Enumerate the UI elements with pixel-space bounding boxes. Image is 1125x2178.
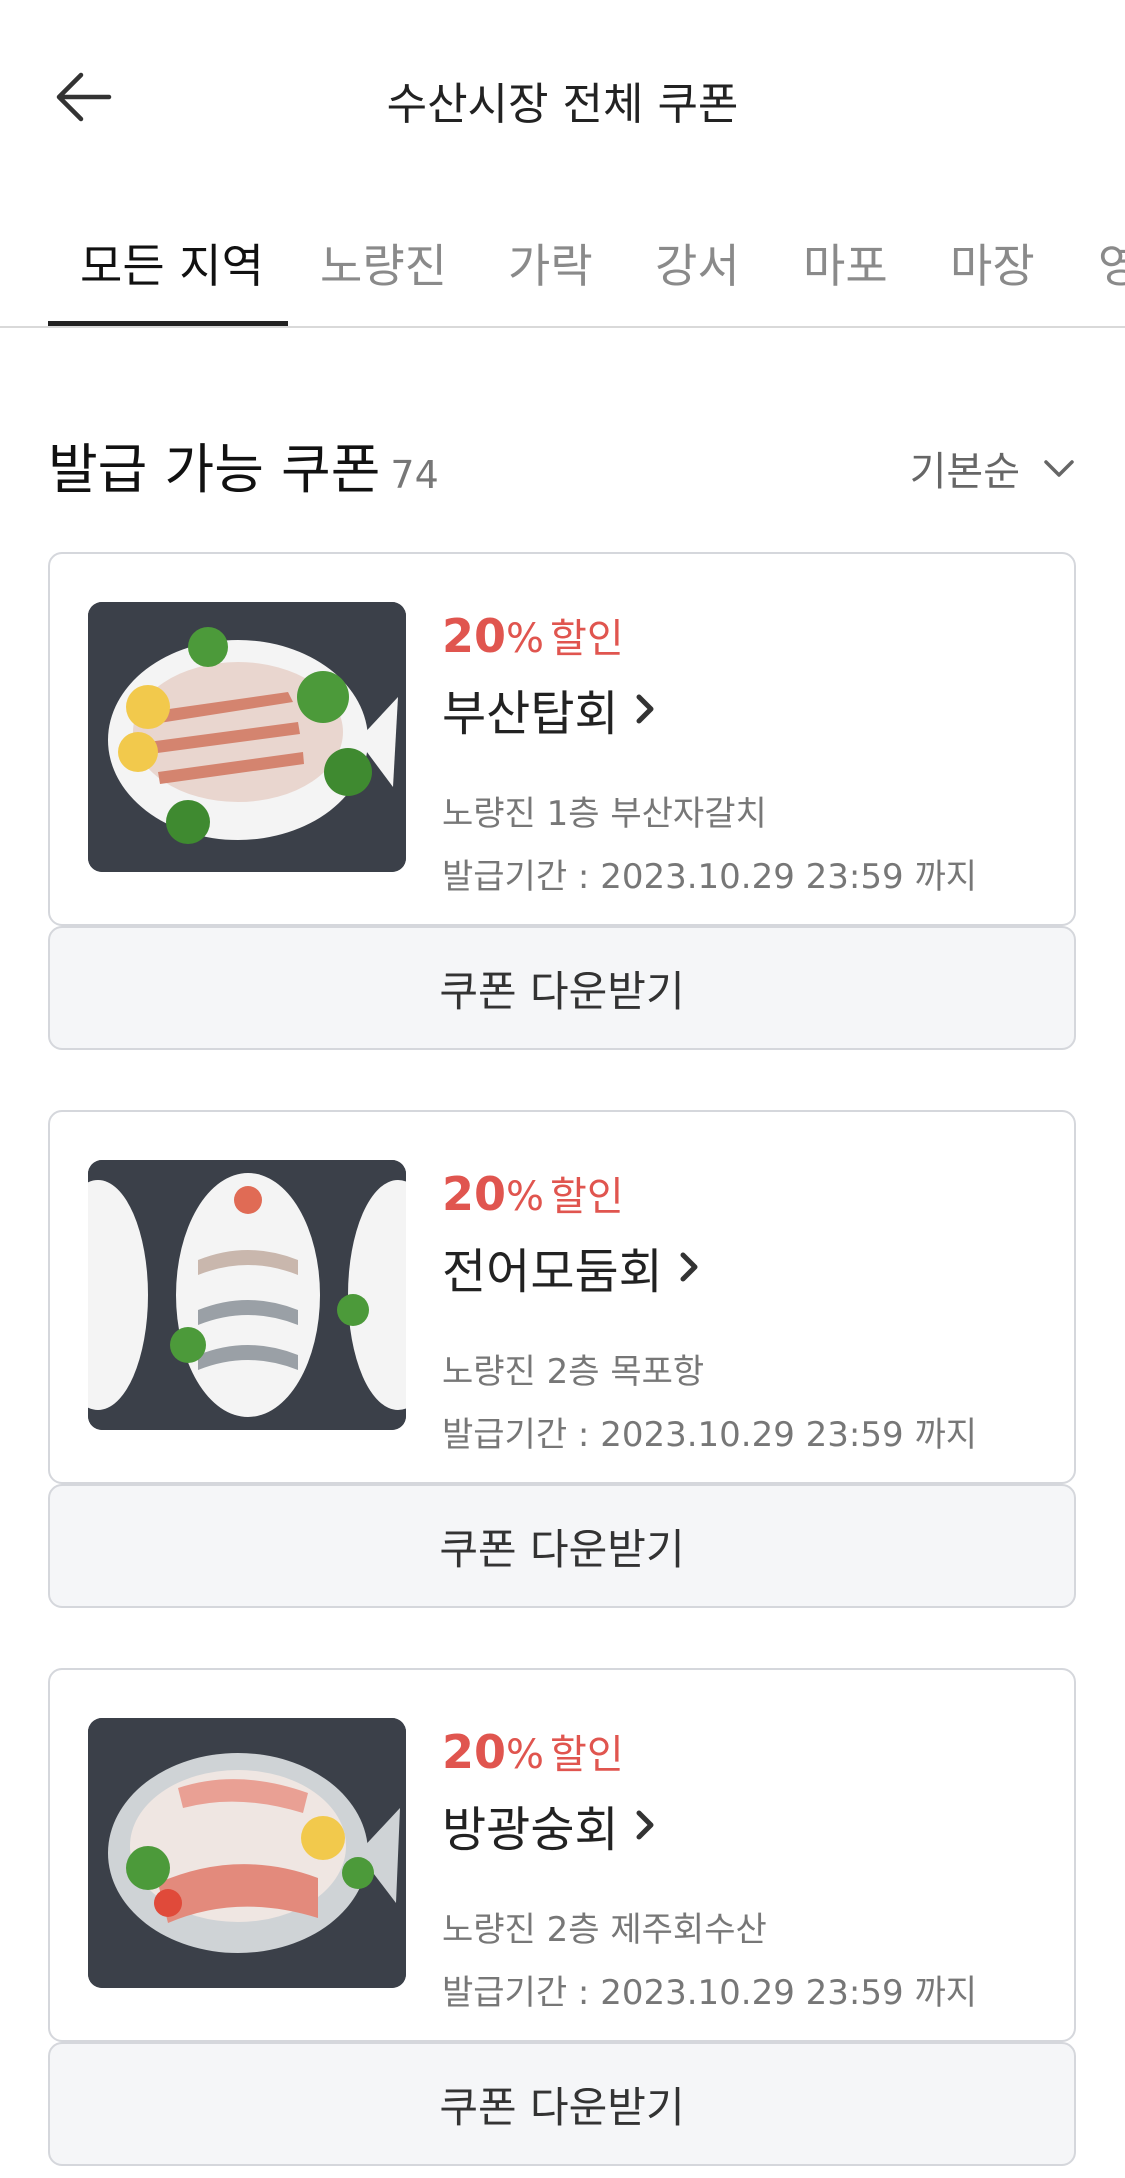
issue-period: 발급기간 : 2023.10.29 23:59 까지 [442,1973,978,2013]
store-link[interactable]: 방광숭회 [442,1790,1054,1860]
tab-more-region[interactable]: 영 [1098,230,1125,296]
store-link[interactable]: 전어모둠회 [442,1232,1054,1302]
section-header: 발급 가능 쿠폰 74 기본순 [48,425,1076,505]
store-name: 전어모둠회 [442,1244,663,1300]
coupon-card: 20% 할인 방광숭회 노량진 2층 제주회수산 발급기간 : 2023.10.2… [48,1668,1076,2042]
discount-rate: 20% 할인 [442,1725,624,1779]
discount-rate: 20% 할인 [442,1167,624,1221]
tab-majang[interactable]: 마장 [950,230,1035,296]
store-location: 노량진 2층 목포항 [442,1352,705,1392]
sort-label: 기본순 [909,449,1020,495]
coupon-download-button[interactable]: 쿠폰 다운받기 [48,1484,1076,1608]
tab-gangseo[interactable]: 강서 [655,230,740,296]
coupon-download-button[interactable]: 쿠폰 다운받기 [48,2042,1076,2166]
tab-mapo[interactable]: 마포 [803,230,888,296]
discount-rate: 20% 할인 [442,609,624,663]
chevron-right-icon [636,694,654,724]
tab-all-regions[interactable]: 모든 지역 [80,230,264,296]
coupon-card: 20% 할인 부산탑회 노량진 1층 부산자갈치 발급기간 : 2023.10.2… [48,552,1076,926]
coupon-download-button[interactable]: 쿠폰 다운받기 [48,926,1076,1050]
page-title: 수산시장 전체 쿠폰 [386,79,739,130]
issue-period: 발급기간 : 2023.10.29 23:59 까지 [442,1415,978,1455]
app-header: 수산시장 전체 쿠폰 [0,0,1125,190]
store-name: 부산탑회 [442,686,619,742]
product-image[interactable] [88,1718,406,1988]
region-tabs: 모든 지역 노량진 가락 강서 마포 마장 영 [0,210,1125,328]
active-tab-indicator [48,321,288,326]
chevron-right-icon [680,1252,698,1282]
issue-period: 발급기간 : 2023.10.29 23:59 까지 [442,857,978,897]
product-image[interactable] [88,1160,406,1430]
sort-dropdown[interactable]: 기본순 [910,439,1076,497]
coupon-card: 20% 할인 전어모둠회 노량진 2층 목포항 발급기간 : 2023.10.29… [48,1110,1076,1484]
store-link[interactable]: 부산탑회 [442,674,1054,744]
product-image[interactable] [88,602,406,872]
coupon-count: 74 [390,453,439,497]
store-location: 노량진 2층 제주회수산 [442,1910,767,1950]
tab-noryangjin[interactable]: 노량진 [320,230,447,296]
store-location: 노량진 1층 부산자갈치 [442,794,767,834]
chevron-down-icon [1044,460,1074,477]
chevron-right-icon [636,1810,654,1840]
section-title: 발급 가능 쿠폰 [48,438,381,501]
tab-garak[interactable]: 가락 [508,230,593,296]
store-name: 방광숭회 [442,1802,619,1858]
